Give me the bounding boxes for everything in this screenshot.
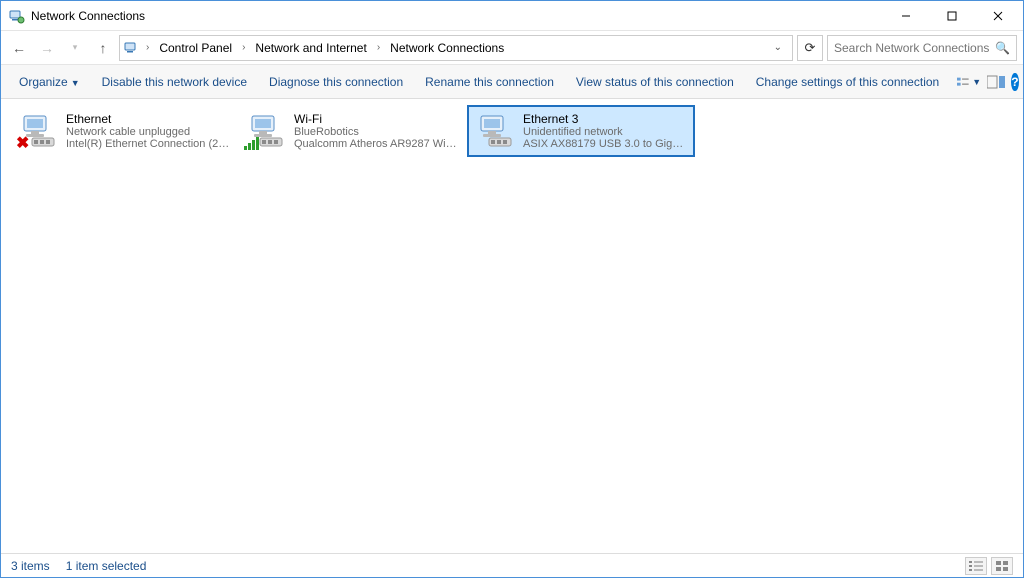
search-box[interactable]: 🔍 <box>827 35 1017 61</box>
breadcrumb-item[interactable]: Network Connections <box>384 39 510 57</box>
adapter-icon <box>246 111 286 151</box>
preview-pane-button[interactable] <box>987 70 1005 94</box>
maximize-button[interactable] <box>929 1 975 31</box>
connection-status: Unidentified network <box>523 126 687 138</box>
refresh-button[interactable]: ⟳ <box>797 35 823 61</box>
adapter-icon <box>475 111 515 151</box>
connection-text: Wi-Fi BlueRobotics Qualcomm Atheros AR92… <box>294 112 460 150</box>
view-status-button[interactable]: View status of this connection <box>566 69 744 95</box>
large-icons-view-button[interactable] <box>991 557 1013 575</box>
search-icon[interactable]: 🔍 <box>995 41 1010 55</box>
organize-menu[interactable]: Organize▼ <box>9 69 90 95</box>
app-icon <box>9 8 25 24</box>
close-button[interactable] <box>975 1 1021 31</box>
view-options-button[interactable]: ▼ <box>957 70 981 94</box>
disable-device-button[interactable]: Disable this network device <box>92 69 257 95</box>
forward-button[interactable]: → <box>35 36 59 60</box>
command-bar: Organize▼ Disable this network device Di… <box>1 65 1023 99</box>
connection-item[interactable]: Ethernet 3 Unidentified network ASIX AX8… <box>467 105 695 157</box>
back-button[interactable]: ← <box>7 36 31 60</box>
change-settings-button[interactable]: Change settings of this connection <box>746 69 949 95</box>
item-count: 3 items <box>11 559 50 573</box>
details-view-button[interactable] <box>965 557 987 575</box>
diagnose-connection-button[interactable]: Diagnose this connection <box>259 69 413 95</box>
connection-device: Qualcomm Atheros AR9287 Wirel... <box>294 138 460 150</box>
connection-text: Ethernet Network cable unplugged Intel(R… <box>66 112 232 150</box>
adapter-icon: ✖ <box>18 111 58 151</box>
signal-bars-icon <box>244 136 260 153</box>
breadcrumb-history-dropdown[interactable]: ⌄ <box>768 42 788 53</box>
rename-connection-button[interactable]: Rename this connection <box>415 69 564 95</box>
connection-status: BlueRobotics <box>294 126 460 138</box>
view-mode-buttons <box>965 557 1013 575</box>
titlebar: Network Connections <box>1 1 1023 31</box>
window-controls <box>883 1 1021 31</box>
connection-device: Intel(R) Ethernet Connection (2) I... <box>66 138 232 150</box>
connection-item[interactable]: Wi-Fi BlueRobotics Qualcomm Atheros AR92… <box>239 105 467 157</box>
connection-name: Ethernet <box>66 112 232 126</box>
connections-list[interactable]: ✖ Ethernet Network cable unplugged Intel… <box>1 99 1023 553</box>
connection-text: Ethernet 3 Unidentified network ASIX AX8… <box>523 112 687 150</box>
window-title: Network Connections <box>31 9 145 23</box>
breadcrumb[interactable]: › Control Panel › Network and Internet ›… <box>119 35 793 61</box>
minimize-button[interactable] <box>883 1 929 31</box>
breadcrumb-item[interactable]: Network and Internet <box>249 39 372 57</box>
connection-item[interactable]: ✖ Ethernet Network cable unplugged Intel… <box>11 105 239 157</box>
recent-locations-button[interactable]: ▾ <box>63 36 87 60</box>
navbar: ← → ▾ ↑ › Control Panel › Network and In… <box>1 31 1023 65</box>
up-button[interactable]: ↑ <box>91 36 115 60</box>
status-bar: 3 items 1 item selected <box>1 553 1023 577</box>
organize-label: Organize <box>19 75 68 89</box>
breadcrumb-icon <box>124 40 140 56</box>
connection-name: Wi-Fi <box>294 112 460 126</box>
connection-status: Network cable unplugged <box>66 126 232 138</box>
error-x-icon: ✖ <box>16 133 29 153</box>
chevron-right-icon[interactable]: › <box>240 42 247 53</box>
chevron-right-icon[interactable]: › <box>375 42 382 53</box>
search-input[interactable] <box>834 41 995 55</box>
connection-device: ASIX AX88179 USB 3.0 to Gigabit E... <box>523 138 687 150</box>
selected-count: 1 item selected <box>66 559 147 573</box>
breadcrumb-item[interactable]: Control Panel <box>153 39 238 57</box>
connection-name: Ethernet 3 <box>523 112 687 126</box>
chevron-right-icon[interactable]: › <box>144 42 151 53</box>
help-button[interactable]: ? <box>1011 73 1018 91</box>
